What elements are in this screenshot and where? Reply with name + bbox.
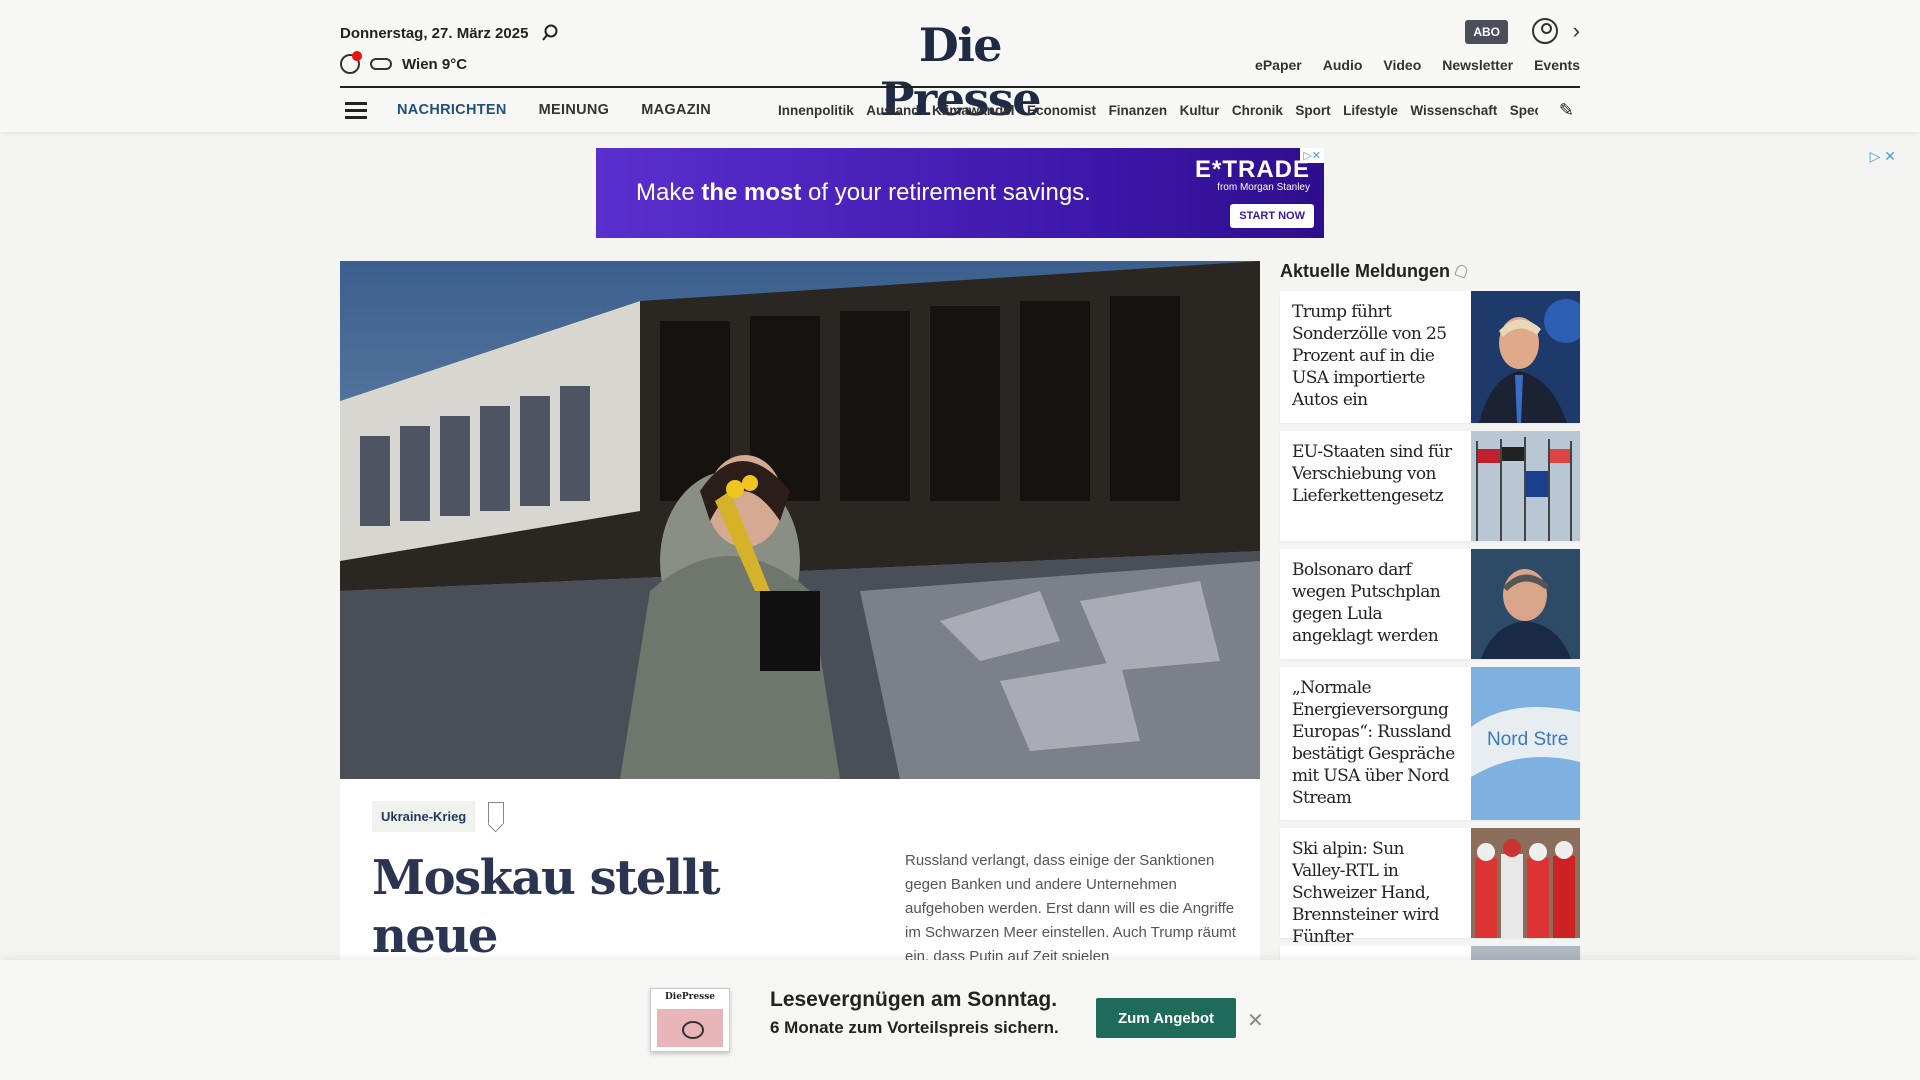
top-links: ePaper Audio Video Newsletter Events [1255,57,1580,73]
news-item-title: Bolsonaro darf wegen Putschplan gegen Lu… [1292,560,1441,646]
adchoices-icon[interactable]: ▷✕ [1300,148,1324,163]
abo-button[interactable]: ABO [1465,20,1508,44]
nav-kultur[interactable]: Kultur [1180,103,1220,118]
nav-magazin[interactable]: MAGAZIN [641,102,711,118]
subscription-promo-bar: DiePresse Lesevergnügen am Sonntag. 6 Mo… [0,960,1920,1080]
ad-text-post: of your retirement savings. [801,179,1091,206]
link-video[interactable]: Video [1383,57,1421,73]
nav-wissenschaft[interactable]: Wissenschaft [1410,103,1497,118]
ad-text-bold: the most [701,179,802,206]
nav-nachrichten[interactable]: NACHRICHTEN [397,102,507,118]
ad-headline: Make the most of your retirement savings… [636,179,1091,207]
nav-innenpolitik[interactable]: Innenpolitik [778,103,854,118]
weather-text[interactable]: Wien 9°C [402,56,467,73]
hero-image[interactable] [340,261,1260,779]
link-events[interactable]: Events [1534,57,1580,73]
bookmark-icon[interactable] [488,802,504,824]
category-tag[interactable]: Ukraine-Krieg [372,801,476,832]
nav-finanzen[interactable]: Finanzen [1109,103,1168,118]
ad-close-icon[interactable]: ▷ ✕ [1870,148,1896,165]
ad-text-pre: Make [636,179,702,206]
newspaper-thumbnail: DiePresse [650,988,730,1052]
date-line: Donnerstag, 27. März 2025 [340,24,558,42]
nav-lifestyle[interactable]: Lifestyle [1343,103,1398,118]
ad-cta-button[interactable]: START NOW [1230,204,1314,228]
news-thumbnail-trump [1471,291,1580,423]
ad-brand: E*TRADE from Morgan Stanley [1195,156,1310,193]
news-item-title: „Normale Energieversorgung Europas“: Rus… [1292,678,1455,808]
promo-offer-button[interactable]: Zum Angebot [1096,998,1236,1038]
news-item-title: Ski alpin: Sun Valley-RTL in Schweizer H… [1292,839,1440,947]
svg-text:Nord Stre: Nord Stre [1487,729,1568,750]
nav-sport[interactable]: Sport [1295,103,1330,118]
news-thumbnail-nord-stream: Nord Stre [1471,667,1580,820]
user-account-icon[interactable] [1532,18,1558,44]
hamburger-menu-icon[interactable] [345,101,367,119]
news-thumbnail-bolsonaro [1471,549,1580,659]
news-item[interactable]: Bolsonaro darf wegen Putschplan gegen Lu… [1280,549,1580,659]
news-item-title: EU-Staaten sind für Verschiebung von Lie… [1292,442,1452,506]
nav-klimawandel[interactable]: Klimawandel [932,103,1015,118]
nav-spectrum[interactable]: Spectrum [1510,103,1538,118]
news-item[interactable]: Trump führt Sonderzölle von 25 Prozent a… [1280,291,1580,423]
latest-news-sidebar: Aktuelle Meldungen Trump führt Sonderzöl… [1280,261,1580,994]
news-thumbnail-eu-flags [1471,431,1580,541]
article-teaser: Russland verlangt, dass einige der Sankt… [905,852,1236,965]
site-header: Donnerstag, 27. März 2025 Wien 9°C Die P… [0,0,1920,132]
search-icon[interactable] [542,24,558,42]
news-thumbnail-ski [1471,828,1580,938]
notification-clock-icon[interactable] [340,51,362,74]
pencil-icon[interactable]: ✎ [1559,100,1574,121]
bell-icon[interactable] [1454,263,1469,279]
cloud-icon [370,58,392,70]
nav-main-sections: NACHRICHTEN MEINUNG MAGAZIN [397,102,711,118]
hero-photo-burned-building [340,261,1260,779]
newspaper-thumbnail-image [657,1009,723,1047]
news-item-title: Trump führt Sonderzölle von 25 Prozent a… [1292,302,1447,410]
nav-meinung[interactable]: MEINUNG [539,102,610,118]
ad-brand-name: E*TRADE [1194,156,1310,183]
news-item[interactable]: „Normale Energieversorgung Europas“: Rus… [1280,667,1580,820]
sidebar-title-text: Aktuelle Meldungen [1280,260,1451,281]
news-item[interactable]: Ski alpin: Sun Valley-RTL in Schweizer H… [1280,828,1580,947]
chevron-right-icon[interactable]: › [1573,18,1580,44]
promo-title: Lesevergnügen am Sonntag. [770,988,1058,1011]
link-newsletter[interactable]: Newsletter [1442,57,1513,73]
weather-line: Wien 9°C [340,51,467,74]
close-icon[interactable]: ✕ [1247,1008,1264,1033]
nav-ausland[interactable]: Ausland [866,103,919,118]
main-nav: NACHRICHTEN MEINUNG MAGAZIN Innenpolitik… [340,88,1580,132]
promo-subtitle: 6 Monate zum Vorteilspreis sichern. [770,1018,1059,1037]
link-epaper[interactable]: ePaper [1255,57,1302,73]
current-date: Donnerstag, 27. März 2025 [340,24,529,42]
nav-subsections: Innenpolitik Ausland Klimawandel Economi… [778,88,1538,132]
nav-chronik[interactable]: Chronik [1232,103,1283,118]
nav-economist[interactable]: Economist [1027,103,1096,118]
newspaper-thumbnail-logo: DiePresse [664,992,716,1002]
news-item[interactable]: EU-Staaten sind für Verschiebung von Lie… [1280,431,1580,541]
header-inner: Donnerstag, 27. März 2025 Wien 9°C Die P… [340,0,1580,132]
link-audio[interactable]: Audio [1323,57,1363,73]
ad-banner[interactable]: Make the most of your retirement savings… [596,148,1324,238]
sidebar-title: Aktuelle Meldungen [1280,261,1580,281]
